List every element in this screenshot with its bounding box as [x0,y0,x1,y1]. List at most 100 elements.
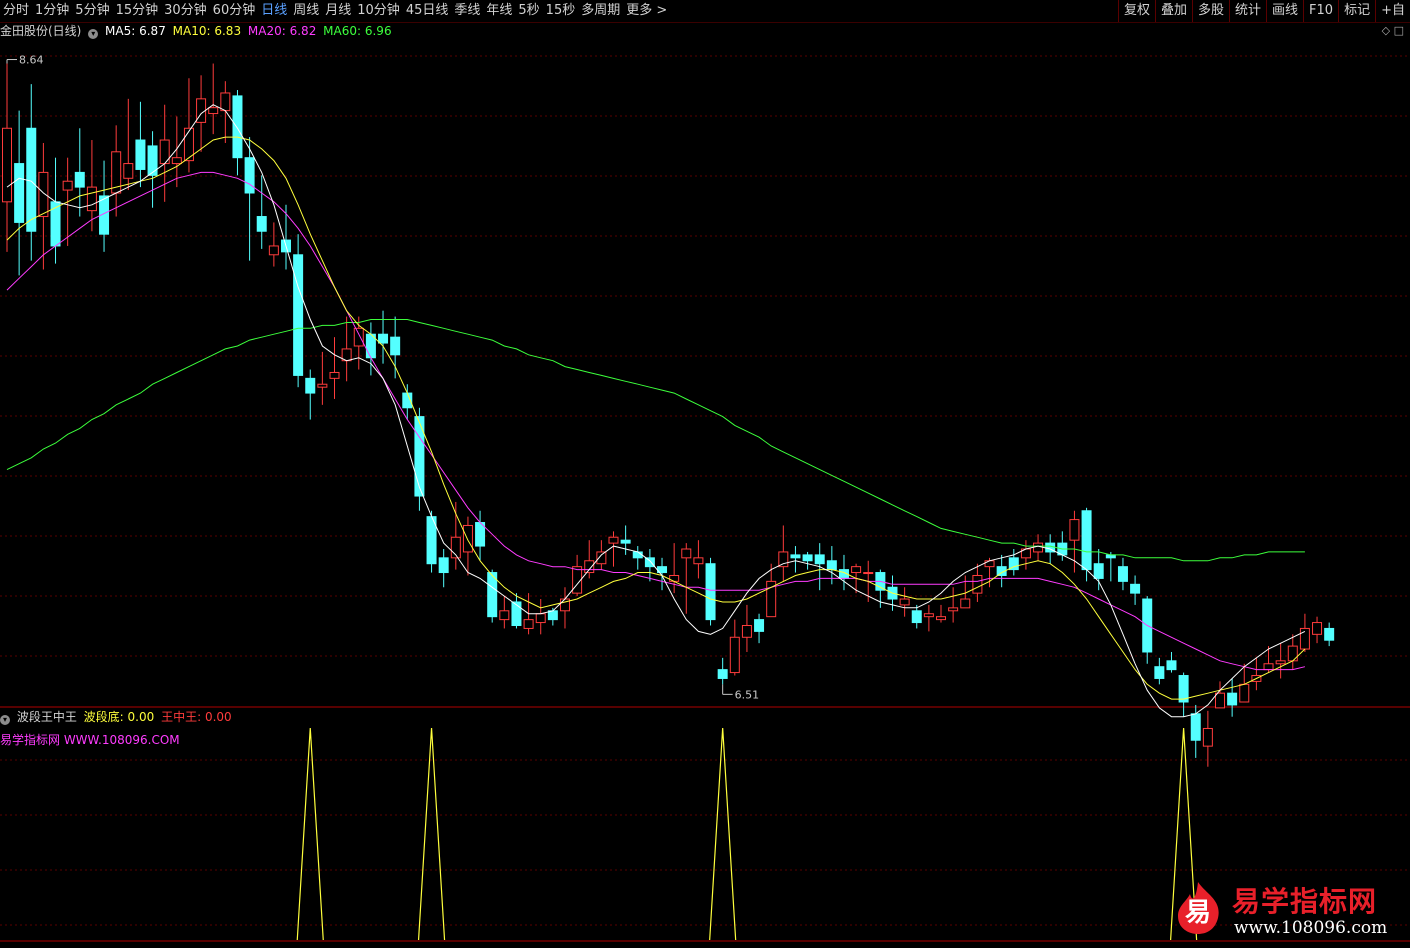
candle-body-29 [353,327,364,347]
candle-body-92 [1117,566,1128,582]
candle-body-45 [547,610,558,621]
ma60-value: 6.96 [364,24,392,38]
candle-body-7 [86,186,97,212]
ma5-line [6,104,1306,718]
candle-body-75 [911,610,922,624]
candle-body-80 [972,574,983,594]
watermark-title: 易学指标网 [1232,885,1378,918]
candle-body-81 [984,560,995,568]
candle-body-11 [135,139,146,170]
candle-body-102 [1239,683,1250,703]
candle-body-66 [802,554,813,562]
candle-body-49 [596,551,607,565]
candle-body-36 [438,557,449,574]
candle-body-31 [378,333,389,344]
candle-body-105 [1275,660,1286,665]
candle-body-50 [608,536,619,544]
candle-body-3 [38,171,49,218]
candle-body-21 [256,216,267,232]
candle-body-79 [960,598,971,609]
site-caption: 易学指标网 WWW.108096.COM [0,733,180,747]
candle-body-76 [923,613,934,618]
candle-body-1 [14,163,25,223]
candle-body-108 [1312,622,1323,635]
candle-body-26 [317,383,328,388]
candle-body-109 [1324,627,1335,641]
candle-body-61 [741,625,752,638]
main-legend: 金田股份(日线) ▾ MA5: 6.87 MA10: 6.83 MA20: 6.… [0,23,395,39]
candle-body-22 [268,245,279,256]
candle-body-57 [693,557,704,565]
logo-char: 易 [1184,898,1211,928]
candle-body-44 [535,613,546,624]
candle-body-100 [1215,692,1225,709]
candle-body-106 [1287,645,1298,662]
candle-body-52 [632,551,643,559]
candle-body-85 [1033,542,1044,553]
candle-body-48 [584,560,595,574]
ma20-line [6,171,1306,671]
candle-body-68 [826,560,837,571]
candle-body-96 [1166,660,1177,671]
candle-body-51 [620,539,631,544]
min-price-label: 6.51 [735,688,760,701]
candle-body-99 [1202,727,1213,747]
ma60-label: MA60: [323,24,362,38]
candle-body-64 [778,551,789,568]
wzw-value: 0.00 [204,710,232,724]
indicator-legend: ▾ 波段王中王 波段底: 0.00 王中王: 0.00 [0,709,235,725]
candle-body-77 [936,616,947,621]
candle-body-19 [232,95,243,159]
ma10-value: 6.83 [214,24,242,38]
candle-body-104 [1263,663,1274,671]
candle-body-60 [729,636,740,674]
candle-body-41 [499,610,510,621]
candle-body-14 [171,157,182,165]
candle-body-78 [948,607,959,612]
candle-body-0 [2,127,12,203]
settings-dot-icon[interactable]: ▾ [88,29,99,39]
candle-body-70 [851,566,862,574]
candle-body-38 [462,524,473,553]
diamond-icon[interactable]: ◇ [1382,24,1390,37]
candle-body-42 [511,601,522,627]
candle-body-25 [305,377,316,394]
candle-body-12 [147,145,158,176]
candle-body-93 [1130,583,1141,594]
candle-body-65 [790,554,801,559]
candle-body-95 [1154,666,1165,679]
watermark-url: www.108096.com [1234,918,1388,938]
candle-body-59 [717,669,728,679]
candle-body-98 [1190,713,1201,741]
ma5-label: MA5: [105,24,136,38]
candle-body-10 [123,163,134,179]
candle-body-6 [74,171,85,188]
candle-body-24 [293,254,304,376]
candle-body-62 [754,619,765,632]
bdd-value: 0.00 [127,710,155,724]
candle-body-88 [1069,519,1080,541]
stock-title: 金田股份(日线) [0,24,82,38]
chart-canvas[interactable]: 8.64 6.51 [0,0,1410,948]
candle-body-67 [814,554,825,565]
indicator-name: 波段王中王 [16,710,77,724]
candle-body-4 [50,201,61,247]
ma20-value: 6.82 [289,24,317,38]
candle-body-2 [26,127,37,232]
candle-body-101 [1227,692,1238,706]
candle-body-5 [62,180,73,191]
candle-body-32 [390,336,401,356]
max-price-label: 8.64 [19,54,44,67]
candle-body-89 [1081,510,1092,571]
chart-corner-controls: ◇ □ [1382,24,1404,37]
candle-body-55 [669,574,680,582]
ma10-line [6,136,1306,700]
candle-body-56 [681,548,692,559]
square-icon[interactable]: □ [1394,24,1404,37]
candle-body-71 [863,572,874,575]
candle-body-74 [899,598,910,606]
candle-body-90 [1093,563,1104,579]
candle-body-18 [220,92,231,112]
indicator-dot-icon[interactable]: ▾ [0,715,10,725]
candle-body-43 [523,619,534,629]
